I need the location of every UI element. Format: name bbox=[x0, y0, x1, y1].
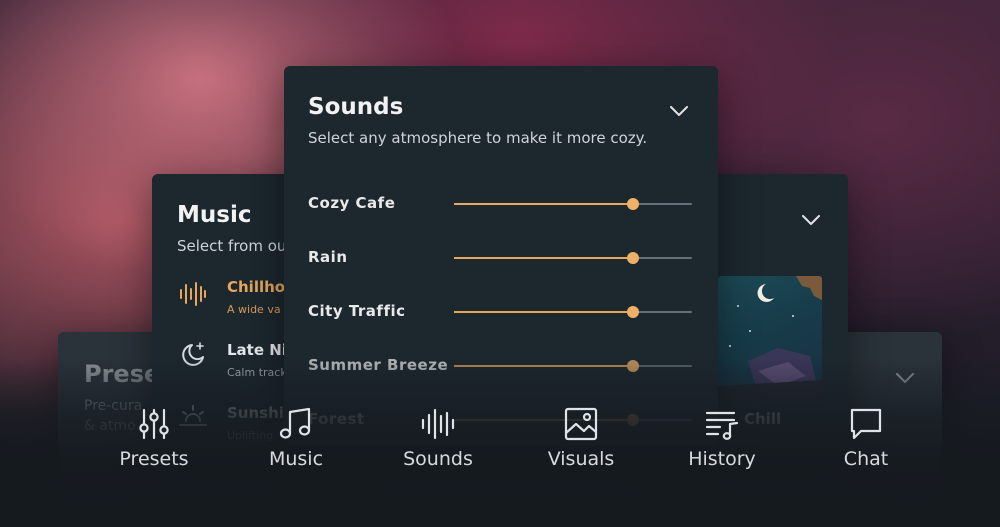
moon-stars-icon bbox=[182, 342, 204, 366]
waveform-icon bbox=[421, 408, 455, 440]
volume-slider-thumb[interactable] bbox=[626, 306, 639, 318]
sounds-panel-title: Sounds bbox=[308, 94, 404, 120]
volume-slider-thumb[interactable] bbox=[626, 252, 639, 264]
nav-label: Chat bbox=[843, 448, 889, 470]
bottom-nav: Presets Music Sounds Visuals History Cha… bbox=[0, 400, 1000, 490]
nav-item-history[interactable]: History bbox=[667, 400, 777, 470]
sound-label: Rain bbox=[308, 248, 348, 266]
sound-label: City Traffic bbox=[308, 302, 406, 320]
nav-item-sounds[interactable]: Sounds bbox=[383, 400, 493, 470]
chat-bubble-icon bbox=[850, 408, 882, 440]
nav-item-chat[interactable]: Chat bbox=[811, 400, 921, 470]
music-item-title: Late Ni bbox=[227, 341, 287, 359]
chevron-down-icon[interactable] bbox=[802, 215, 820, 225]
nav-item-visuals[interactable]: Visuals bbox=[526, 400, 636, 470]
playlist-icon bbox=[705, 411, 739, 440]
volume-slider[interactable] bbox=[454, 252, 692, 264]
volume-slider-thumb[interactable] bbox=[626, 360, 639, 372]
waveform-icon bbox=[180, 282, 206, 306]
music-item-subtitle: Calm track bbox=[227, 366, 287, 379]
volume-slider-thumb[interactable] bbox=[626, 198, 639, 210]
nav-item-music[interactable]: Music bbox=[241, 400, 351, 470]
music-panel-title: Music bbox=[177, 202, 252, 228]
sound-row: Summer Breeze bbox=[308, 356, 694, 376]
nav-label: Sounds bbox=[403, 448, 473, 470]
music-item-subtitle: A wide va bbox=[227, 303, 281, 316]
nav-label: Music bbox=[268, 448, 324, 470]
night-scene-image bbox=[718, 276, 822, 404]
sound-row: City Traffic bbox=[308, 302, 694, 322]
volume-slider[interactable] bbox=[454, 198, 692, 210]
nav-label: Presets bbox=[119, 448, 189, 470]
sound-label: Summer Breeze bbox=[308, 356, 449, 374]
chevron-down-icon[interactable] bbox=[670, 106, 688, 116]
sound-row: Rain bbox=[308, 248, 694, 268]
image-icon bbox=[564, 407, 598, 441]
nav-label: Visuals bbox=[547, 448, 615, 470]
music-note-icon bbox=[279, 407, 311, 439]
volume-slider-fill bbox=[454, 203, 633, 205]
volume-slider-fill bbox=[454, 311, 633, 313]
volume-slider-fill bbox=[454, 257, 633, 259]
volume-slider-fill bbox=[454, 365, 633, 367]
nav-label: History bbox=[688, 448, 756, 470]
sliders-icon bbox=[139, 408, 169, 440]
chevron-down-icon[interactable] bbox=[896, 373, 914, 383]
sound-row: Cozy Cafe bbox=[308, 194, 694, 214]
music-panel-subtitle: Select from ou bbox=[177, 237, 287, 255]
music-item-title: Chillho bbox=[227, 278, 286, 296]
sounds-panel: Sounds Select any atmosphere to make it … bbox=[284, 66, 718, 446]
sound-label: Cozy Cafe bbox=[308, 194, 396, 212]
volume-slider[interactable] bbox=[454, 360, 692, 372]
nav-item-presets[interactable]: Presets bbox=[99, 400, 209, 470]
visual-thumbnail[interactable] bbox=[718, 276, 822, 404]
volume-slider[interactable] bbox=[454, 306, 692, 318]
sounds-panel-subtitle: Select any atmosphere to make it more co… bbox=[308, 129, 648, 147]
